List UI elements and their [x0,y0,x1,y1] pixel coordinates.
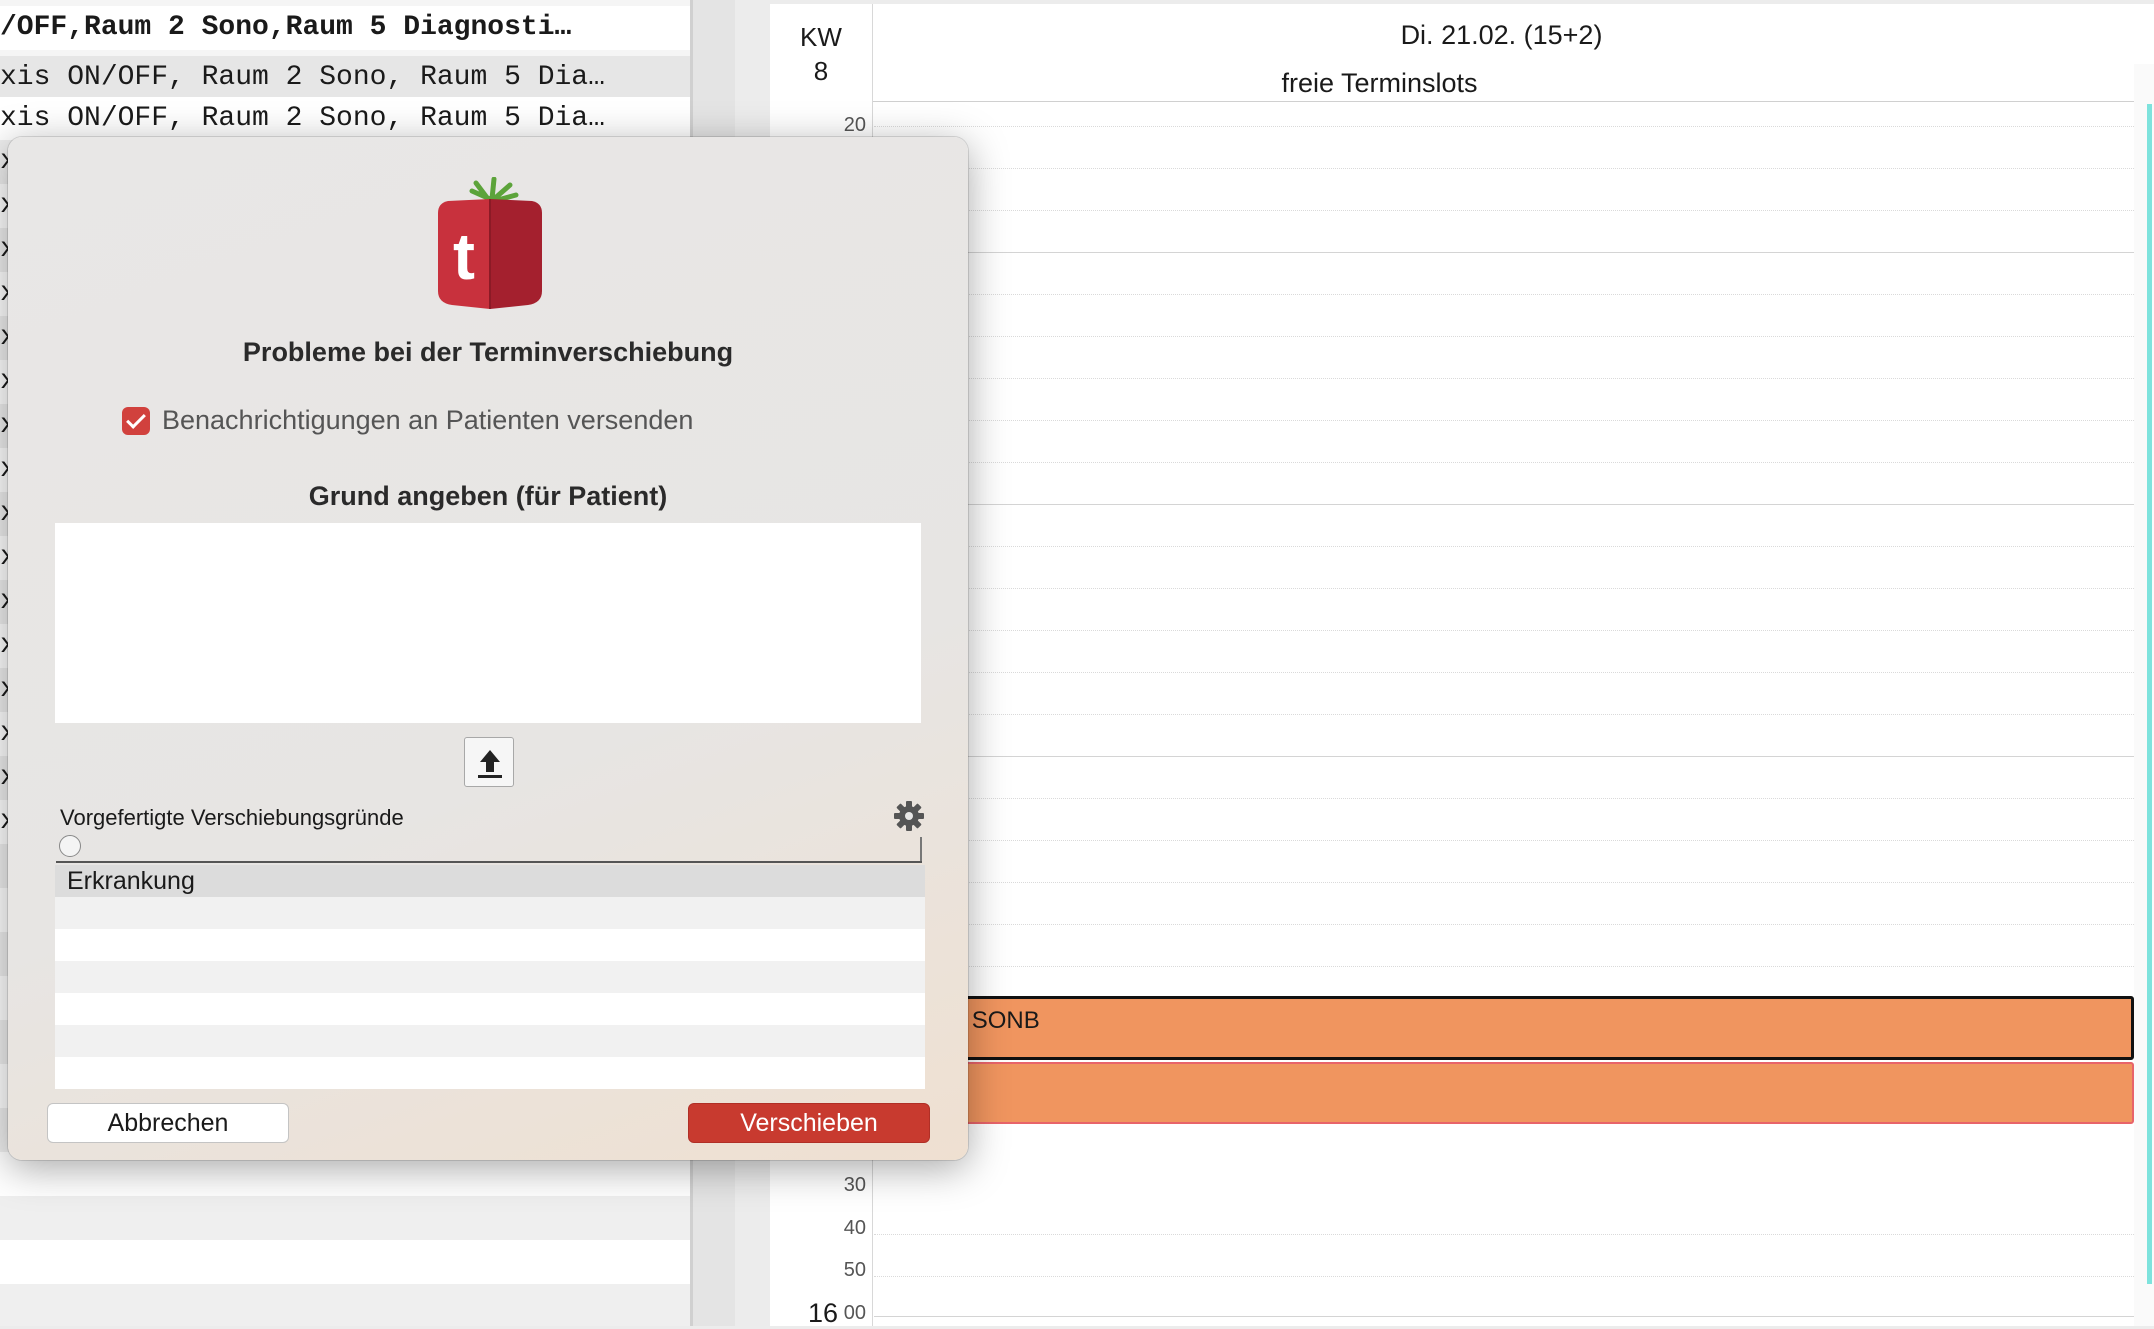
time-grid[interactable]: 5-15:00: SONB 0-15:15 [874,102,2134,1326]
hour-label: 16 [808,1298,839,1328]
grid-line [874,462,2134,463]
notify-patients-checkbox[interactable] [122,407,150,435]
reason-heading: Grund angeben (für Patient) [308,481,668,511]
calendar-day-column: KW 8 Di. 21.02. (15+2) freie Terminslots… [770,4,2154,1328]
dialog-title: Probleme bei der Terminverschiebung [242,337,734,367]
time-label: 20 [843,114,866,136]
week-indicator: KW 8 [770,4,873,102]
list-item[interactable] [55,993,925,1025]
list-item-label: xis ON/OFF, Raum 2 Sono, Raum 5 Dia… [0,62,605,93]
week-number: 8 [813,56,829,86]
divider [56,861,922,863]
time-label: 00 [843,1302,866,1324]
list-item[interactable]: xis ON/OFF, Raum 2 Sono, Raum 5 Dia… [0,97,690,141]
grid-line [874,714,2134,715]
appointment-block[interactable]: 5-15:00: SONB [874,996,2134,1060]
list-item[interactable] [55,961,925,993]
grid-line [874,210,2134,211]
divider [920,837,922,863]
grid-line [874,798,2134,799]
grid-line [874,126,2134,127]
svg-text:t: t [453,219,475,293]
tomedo-app-icon: t [438,177,542,309]
list-item[interactable] [55,929,925,961]
list-item[interactable]: Erkrankung [55,865,925,897]
grid-line [874,336,2134,337]
list-item[interactable] [0,1240,690,1284]
list-item[interactable] [55,1057,925,1089]
list-item-label: /OFF,Raum 2 Sono,Raum 5 Diagnosti… [0,12,572,43]
list-item[interactable]: /OFF,Raum 2 Sono,Raum 5 Diagnosti… [0,6,690,50]
grid-line [874,252,2134,253]
reschedule-button[interactable]: Verschieben [688,1103,930,1143]
grid-line [874,840,2134,841]
grid-line [874,378,2134,379]
grid-line [874,756,2134,757]
grid-line [874,294,2134,295]
appointment-block[interactable]: 0-15:15 [874,1062,2134,1124]
list-item[interactable] [0,1196,690,1240]
reason-textarea[interactable] [55,523,921,723]
day-title: Di. 21.02. (15+2) [1400,20,1603,50]
time-label: 40 [843,1217,866,1239]
day-subtitle: freie Terminslots [1281,68,1478,98]
grid-line [874,966,2134,967]
list-item[interactable] [0,1284,690,1326]
week-label: KW [800,22,842,52]
grid-line [874,168,2134,169]
insert-reason-button[interactable] [464,737,514,787]
notify-patients-label: Benachrichtigungen an Patienten versende… [162,405,694,435]
upload-arrow-icon [478,750,502,778]
cancel-button[interactable]: Abbrechen [47,1103,289,1143]
appointment-label: 5-15:00: SONB [877,1007,1040,1034]
time-label: 50 [843,1259,866,1281]
calendar-scrollbar[interactable] [2134,64,2154,1326]
appointment-label: 0-15:15 [876,1072,2132,1100]
scrollbar-thumb[interactable] [2147,104,2152,1284]
time-label: 30 [843,1174,866,1196]
grid-line [874,924,2134,925]
day-header[interactable]: Di. 21.02. (15+2) freie Terminslots [873,4,2154,102]
grid-line [874,882,2134,883]
list-item-label: xis ON/OFF, Raum 2 Sono, Raum 5 Dia… [0,103,605,134]
gear-icon[interactable] [892,799,926,833]
list-item[interactable] [55,897,925,929]
grid-line [874,630,2134,631]
grid-line [874,546,2134,547]
preset-reasons-list[interactable]: Erkrankung [55,865,925,1091]
grid-line [874,672,2134,673]
grid-line [874,588,2134,589]
list-item[interactable] [55,1025,925,1057]
preset-radio[interactable] [59,835,81,857]
grid-line [874,1276,2134,1277]
preset-reasons-label: Vorgefertigte Verschiebungsgründe [60,805,404,830]
grid-line [874,420,2134,421]
grid-line [874,504,2134,505]
reschedule-problem-dialog: t Probleme bei der Terminverschiebung Be… [8,137,968,1160]
grid-line [874,1316,2134,1317]
list-item[interactable]: xis ON/OFF, Raum 2 Sono, Raum 5 Dia… [0,56,690,100]
grid-line [874,1234,2134,1235]
